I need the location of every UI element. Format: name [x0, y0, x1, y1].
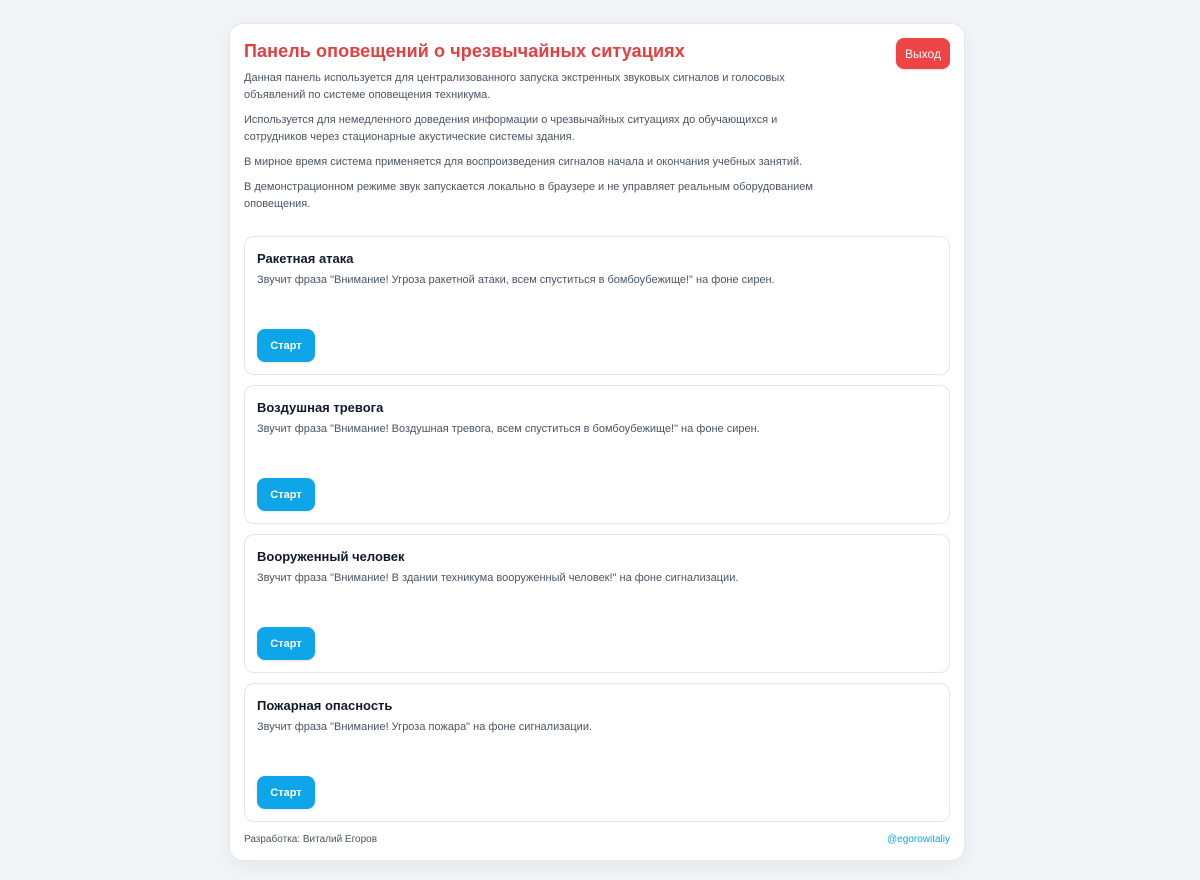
alert-card-fire-danger: Пожарная опасность Звучит фраза "Внимани…	[244, 683, 950, 822]
intro-paragraph: В демонстрационном режиме звук запускает…	[244, 181, 813, 210]
intro-text: Данная панель используется для централиз…	[244, 70, 834, 221]
alert-card-air-raid: Воздушная тревога Звучит фраза "Внимание…	[244, 385, 950, 524]
start-button-air-raid[interactable]: Старт	[257, 478, 315, 511]
intro-paragraph: В мирное время система применяется для в…	[244, 156, 803, 168]
alert-description: Звучит фраза "Внимание! В здании технику…	[257, 572, 739, 584]
alert-panel: Панель оповещений о чрезвычайных ситуаци…	[229, 23, 965, 861]
logout-button[interactable]: Выход	[896, 38, 950, 69]
alert-description: Звучит фраза "Внимание! Угроза пожара" н…	[257, 721, 593, 733]
developer-handle-link[interactable]: @egorowitaliy	[887, 834, 950, 845]
alert-list: Ракетная атака Звучит фраза "Внимание! У…	[244, 236, 950, 832]
start-button-missile-attack[interactable]: Старт	[257, 329, 315, 362]
page-title: Панель оповещений о чрезвычайных ситуаци…	[244, 41, 685, 61]
alert-card-armed-person: Вооруженный человек Звучит фраза "Вниман…	[244, 534, 950, 673]
alert-description: Звучит фраза "Внимание! Угроза ракетной …	[257, 274, 775, 286]
developer-credit: Разработка: Виталий Егоров	[244, 834, 378, 845]
intro-paragraph: Данная панель используется для централиз…	[244, 72, 785, 101]
start-button-armed-person[interactable]: Старт	[257, 627, 315, 660]
alert-title: Вооруженный человек	[257, 549, 405, 564]
alert-title: Воздушная тревога	[257, 400, 384, 415]
intro-paragraph: Используется для немедленного доведения …	[244, 114, 778, 143]
alert-description: Звучит фраза "Внимание! Воздушная тревог…	[257, 423, 760, 435]
alert-title: Ракетная атака	[257, 251, 354, 266]
alert-card-missile-attack: Ракетная атака Звучит фраза "Внимание! У…	[244, 236, 950, 375]
alert-title: Пожарная опасность	[257, 698, 393, 713]
start-button-fire-danger[interactable]: Старт	[257, 776, 315, 809]
